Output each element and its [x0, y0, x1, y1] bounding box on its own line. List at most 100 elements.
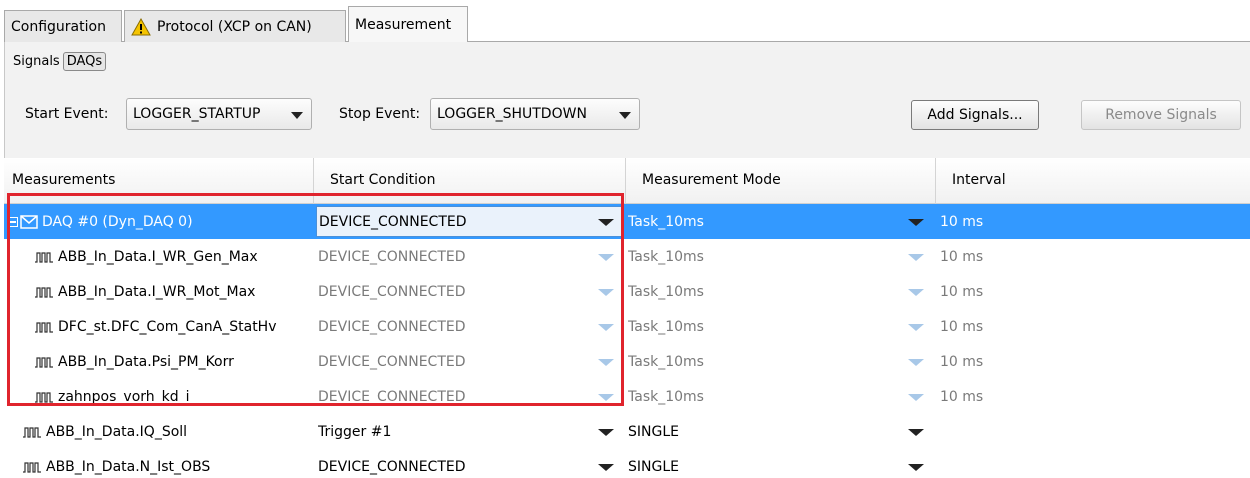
signal-icon: [23, 461, 41, 473]
measurement-cell: ABB_In_Data.IQ_Soll: [22, 414, 314, 449]
table-header: Measurements Start Condition Measurement…: [4, 158, 1250, 204]
stop-event-label: Stop Event:: [339, 106, 421, 122]
measurement-cell: ABB_In_Data.N_Ist_OBS: [22, 449, 314, 478]
table-row[interactable]: ABB_In_Data.I_WR_Mot_Max DEVICE_CONNECTE…: [4, 274, 1250, 309]
measurement-mode-cell[interactable]: Task_10ms: [628, 274, 908, 309]
start-condition-cell[interactable]: Trigger #1: [318, 414, 598, 449]
table-row[interactable]: ABB_In_Data.IQ_Soll Trigger #1 SINGLE: [4, 414, 1250, 449]
measurement-panel: Signals DAQs Start Event: LOGGER_STARTUP…: [4, 42, 1250, 158]
interval-cell[interactable]: 10 ms: [940, 274, 1240, 309]
start-condition-cell[interactable]: DEVICE_CONNECTED: [318, 449, 598, 478]
interval-cell[interactable]: [940, 449, 1240, 478]
measurement-name: ABB_In_Data.Psi_PM_Korr: [58, 353, 234, 370]
chevron-down-icon[interactable]: [908, 289, 924, 296]
measurement-mode-cell[interactable]: Task_10ms: [628, 344, 908, 379]
table-row[interactable]: DFC_st.DFC_Com_CanA_StatHv DEVICE_CONNEC…: [4, 309, 1250, 344]
stop-event-dropdown[interactable]: LOGGER_SHUTDOWN: [430, 98, 640, 130]
stop-event-value: LOGGER_SHUTDOWN: [437, 106, 587, 122]
view-switcher: Signals DAQs: [13, 52, 107, 71]
column-header-measurement-mode[interactable]: Measurement Mode: [626, 158, 936, 204]
chevron-down-icon[interactable]: [908, 464, 924, 471]
chevron-down-icon[interactable]: [908, 429, 924, 436]
chevron-down-icon[interactable]: [598, 324, 614, 331]
tab-measurement-label: Measurement: [355, 17, 452, 33]
signal-icon: [35, 391, 53, 403]
start-condition-cell[interactable]: DEVICE_CONNECTED: [318, 344, 598, 379]
measurement-mode-cell[interactable]: Task_10ms: [628, 204, 928, 239]
start-condition-editor[interactable]: DEVICE_CONNECTED: [316, 206, 624, 237]
interval-cell[interactable]: 10 ms: [940, 344, 1240, 379]
column-header-start-condition[interactable]: Start Condition: [314, 158, 626, 204]
chevron-down-icon: [291, 112, 303, 119]
tab-configuration[interactable]: Configuration: [4, 10, 122, 42]
interval-cell[interactable]: 10 ms: [940, 239, 1240, 274]
signal-icon: [35, 251, 53, 263]
start-condition-cell[interactable]: DEVICE_CONNECTED: [318, 379, 598, 414]
measurements-table: Measurements Start Condition Measurement…: [4, 158, 1250, 478]
start-event-dropdown[interactable]: LOGGER_STARTUP: [126, 98, 312, 130]
tab-protocol[interactable]: Protocol (XCP on CAN): [124, 10, 346, 42]
tab-measurement[interactable]: Measurement: [348, 6, 468, 43]
measurement-mode-cell[interactable]: SINGLE: [628, 414, 908, 449]
tab-configuration-label: Configuration: [11, 18, 106, 35]
chevron-down-icon[interactable]: [598, 359, 614, 366]
measurement-name: ABB_In_Data.I_WR_Mot_Max: [58, 283, 256, 300]
signal-icon: [35, 356, 53, 368]
measurement-mode-cell[interactable]: Task_10ms: [628, 379, 908, 414]
subtab-daqs[interactable]: DAQs: [62, 52, 107, 71]
table-row[interactable]: ABB_In_Data.N_Ist_OBS DEVICE_CONNECTED S…: [4, 449, 1250, 478]
start-event-value: LOGGER_STARTUP: [133, 106, 261, 122]
measurement-mode-cell[interactable]: SINGLE: [628, 449, 908, 478]
tab-protocol-label: Protocol (XCP on CAN): [157, 18, 312, 35]
table-row[interactable]: zahnpos_vorh_kd_i DEVICE_CONNECTED Task_…: [4, 379, 1250, 414]
measurement-name: DFC_st.DFC_Com_CanA_StatHv: [58, 318, 277, 335]
measurement-name: ABB_In_Data.N_Ist_OBS: [46, 458, 211, 475]
chevron-down-icon: [619, 112, 631, 119]
interval-cell[interactable]: 10 ms: [940, 379, 1240, 414]
interval-cell[interactable]: 10 ms: [940, 309, 1240, 344]
warning-icon: [131, 17, 151, 36]
measurement-cell: ABB_In_Data.I_WR_Mot_Max: [34, 274, 314, 309]
table-row[interactable]: ABB_In_Data.Psi_PM_Korr DEVICE_CONNECTED…: [4, 344, 1250, 379]
collapse-icon[interactable]: [8, 216, 18, 227]
column-header-interval[interactable]: Interval: [936, 158, 1250, 204]
measurement-name: ABB_In_Data.I_WR_Gen_Max: [58, 248, 258, 265]
table-row[interactable]: DAQ #0 (Dyn_DAQ 0) DEVICE_CONNECTED Task…: [4, 204, 1250, 239]
start-condition-value: DEVICE_CONNECTED: [319, 213, 467, 230]
subtab-signals[interactable]: Signals: [13, 54, 60, 69]
measurement-mode-cell[interactable]: Task_10ms: [628, 239, 908, 274]
chevron-down-icon[interactable]: [598, 289, 614, 296]
chevron-down-icon[interactable]: [598, 219, 614, 226]
tab-bar: Configuration Protocol (XCP on CAN) Meas…: [4, 6, 1250, 43]
interval-cell[interactable]: 10 ms: [940, 204, 1240, 239]
chevron-down-icon[interactable]: [598, 394, 614, 401]
measurement-name: DAQ #0 (Dyn_DAQ 0): [42, 213, 193, 230]
remove-signals-button[interactable]: Remove Signals: [1081, 100, 1241, 130]
start-condition-cell[interactable]: DEVICE_CONNECTED: [318, 274, 598, 309]
chevron-down-icon[interactable]: [598, 464, 614, 471]
envelope-icon: [20, 214, 38, 229]
signal-icon: [35, 321, 53, 333]
table-row[interactable]: ABB_In_Data.I_WR_Gen_Max DEVICE_CONNECTE…: [4, 239, 1250, 274]
measurement-mode-cell[interactable]: Task_10ms: [628, 309, 908, 344]
measurement-cell: zahnpos_vorh_kd_i: [34, 379, 314, 414]
add-signals-button[interactable]: Add Signals...: [911, 100, 1039, 130]
measurement-cell: DAQ #0 (Dyn_DAQ 0): [8, 204, 314, 239]
chevron-down-icon[interactable]: [908, 324, 924, 331]
start-condition-cell[interactable]: DEVICE_CONNECTED: [318, 239, 598, 274]
chevron-down-icon[interactable]: [908, 254, 924, 261]
signal-icon: [35, 286, 53, 298]
interval-cell[interactable]: [940, 414, 1240, 449]
chevron-down-icon[interactable]: [598, 429, 614, 436]
measurement-cell: ABB_In_Data.I_WR_Gen_Max: [34, 239, 314, 274]
start-event-label: Start Event:: [25, 106, 109, 122]
start-condition-cell[interactable]: DEVICE_CONNECTED: [318, 309, 598, 344]
measurement-name: zahnpos_vorh_kd_i: [58, 388, 190, 405]
measurement-cell: DFC_st.DFC_Com_CanA_StatHv: [34, 309, 314, 344]
column-header-measurements[interactable]: Measurements: [4, 158, 314, 204]
chevron-down-icon[interactable]: [908, 219, 924, 226]
chevron-down-icon[interactable]: [598, 254, 614, 261]
chevron-down-icon[interactable]: [908, 394, 924, 401]
chevron-down-icon[interactable]: [908, 359, 924, 366]
measurement-name: ABB_In_Data.IQ_Soll: [46, 423, 188, 440]
